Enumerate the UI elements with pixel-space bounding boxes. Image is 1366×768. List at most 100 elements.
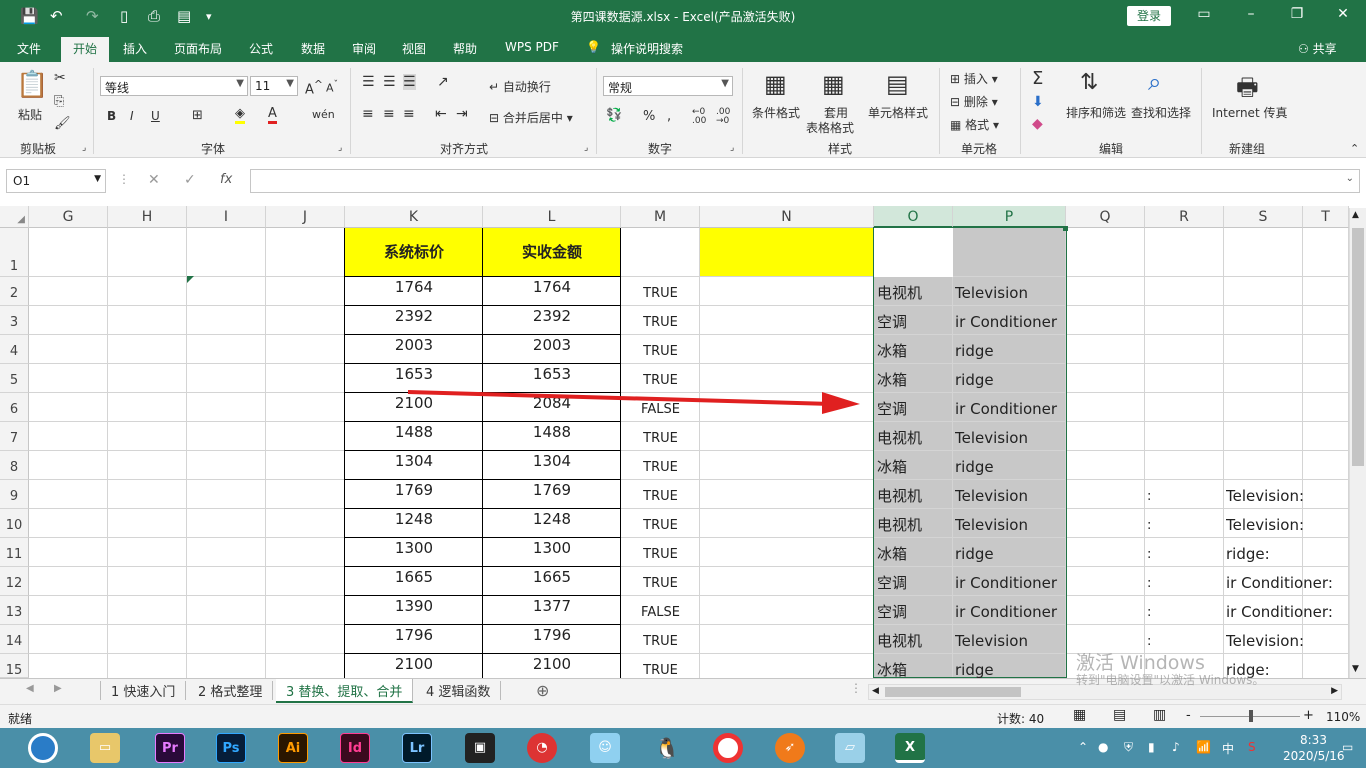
cell-s-11[interactable]: ridge: [1226,538,1349,567]
row-header-7[interactable]: 7 [0,422,29,451]
increase-decimal-icon[interactable]: ←0.00 [692,108,706,126]
conditional-format-icon[interactable]: ▦ [764,70,787,98]
cell-l-9[interactable]: 1769 [483,480,621,509]
cell-p-7[interactable]: Television [955,422,1066,451]
scroll-up-icon[interactable]: ▲ [1352,210,1359,220]
cell-styles-button[interactable]: 单元格样式 [868,104,928,121]
menu-data[interactable]: 数据 [301,40,325,57]
font-size-combo[interactable]: 11 ▼ [250,76,298,96]
start-button-icon[interactable] [28,733,58,763]
column-header-s[interactable]: S [1224,206,1303,228]
column-header-n[interactable]: N [700,206,874,228]
zoom-in-button[interactable]: + [1303,708,1314,723]
sogou-icon[interactable]: S [1248,740,1256,754]
minimize-icon[interactable]: – [1241,6,1261,22]
cell-k-7[interactable]: 1488 [345,422,483,451]
find-select-button[interactable]: 查找和选择 [1131,104,1191,121]
row-header-4[interactable]: 4 [0,335,29,364]
vertical-scrollbar[interactable]: ▲ ▼ [1349,208,1366,678]
sort-filter-button[interactable]: 排序和筛选 [1066,104,1126,121]
cell-s-13[interactable]: ir Conditioner: [1226,596,1349,625]
comma-icon[interactable]: , [667,109,671,124]
number-format-combo[interactable]: 常规 ▼ [603,76,733,96]
format-table-icon[interactable]: ▦ [822,70,845,98]
cell-m-5[interactable]: TRUE [621,364,700,393]
cell-o-3[interactable]: 空调 [877,306,953,335]
dialog-launcher-icon[interactable]: ⌟ [338,143,342,153]
cell-k-2[interactable]: 1764 [345,277,483,306]
cell-o-6[interactable]: 空调 [877,393,953,422]
scroll-left-icon[interactable]: ◀ [872,686,879,696]
splitter-icon[interactable]: ⋮ [850,681,862,695]
cell-o-10[interactable]: 电视机 [877,509,953,538]
cell-m-7[interactable]: TRUE [621,422,700,451]
column-header-k[interactable]: K [345,206,483,228]
zoom-out-button[interactable]: - [1186,708,1191,723]
paste-button[interactable]: 粘贴 [18,106,42,123]
row-header-5[interactable]: 5 [0,364,29,393]
row-header-15[interactable]: 15 [0,654,29,678]
indesign-icon[interactable]: Id [340,733,370,763]
horizontal-scroll-thumb[interactable] [885,687,1021,697]
percent-button[interactable]: % [643,109,655,124]
qq-icon[interactable]: 🐧 [652,733,682,763]
cell-m-8[interactable]: TRUE [621,451,700,480]
security-tray-icon[interactable]: ⛨ [1124,740,1133,755]
page-break-view-icon[interactable]: ▥ [1153,707,1166,723]
cell-o-12[interactable]: 空调 [877,567,953,596]
cell-p-13[interactable]: ir Conditioner [955,596,1066,625]
cell-p-3[interactable]: ir Conditioner [955,306,1066,335]
cell-k-12[interactable]: 1665 [345,567,483,596]
cell-l-11[interactable]: 1300 [483,538,621,567]
cell-k-3[interactable]: 2392 [345,306,483,335]
name-box[interactable]: O1 ▼ [6,169,106,193]
ime-indicator[interactable]: 中 [1222,740,1234,757]
column-header-g[interactable]: G [29,206,108,228]
cell-p-15[interactable]: ridge [955,654,1066,678]
premiere-icon[interactable]: Pr [155,733,185,763]
cell-s-10[interactable]: Television: [1226,509,1349,538]
insert-function-button[interactable]: fx [220,172,232,187]
cell-m-3[interactable]: TRUE [621,306,700,335]
cell-k-10[interactable]: 1248 [345,509,483,538]
video-editor-icon[interactable]: ▣ [465,733,495,763]
row-header-10[interactable]: 10 [0,509,29,538]
merge-center-button[interactable]: ⊟ 合并后居中 ▾ [489,109,573,126]
align-top-icon[interactable]: ☰ [362,74,375,90]
cell-p-5[interactable]: ridge [955,364,1066,393]
menu-file[interactable]: 文件 [17,40,41,57]
cell-p-14[interactable]: Television [955,625,1066,654]
align-bottom-icon[interactable]: ☰ [403,74,416,90]
cancel-icon[interactable]: ✕ [148,172,160,188]
cell-p-2[interactable]: Television [955,277,1066,306]
conditional-format-button[interactable]: 条件格式 [752,104,800,121]
cell-l-5[interactable]: 1653 [483,364,621,393]
menu-formulas[interactable]: 公式 [249,40,273,57]
border-icon[interactable]: ⊞ [192,108,203,123]
prev-sheet-icon[interactable]: ◀ [26,683,34,694]
currency-icon[interactable]: 💱 [606,108,622,123]
sheet-tab-4[interactable]: 4 逻辑函数 [416,681,502,700]
column-header-p[interactable]: P [953,206,1066,228]
cell-o-15[interactable]: 冰箱 [877,654,953,678]
close-icon[interactable]: ✕ [1333,6,1353,22]
column-header-j[interactable]: J [266,206,345,228]
cell-l-13[interactable]: 1377 [483,596,621,625]
cell-l-4[interactable]: 2003 [483,335,621,364]
notification-icon[interactable]: ▭ [1342,740,1353,754]
bold-button[interactable]: B [107,109,116,123]
insert-cells-button[interactable]: ⊞ 插入 ▾ [950,70,998,87]
cell-o-8[interactable]: 冰箱 [877,451,953,480]
cell-m-2[interactable]: TRUE [621,277,700,306]
copy-icon[interactable]: ⎘ [54,94,64,109]
browser-icon[interactable]: ➶ [775,733,805,763]
cell-o-9[interactable]: 电视机 [877,480,953,509]
cell-k-6[interactable]: 2100 [345,393,483,422]
sheet-tab-3[interactable]: 3 替换、提取、合并 [276,679,414,703]
battery-icon[interactable]: ▮ [1148,740,1155,754]
row-header-14[interactable]: 14 [0,625,29,654]
menu-home[interactable]: 开始 [61,37,110,62]
column-header-h[interactable]: H [108,206,187,228]
cell-o-2[interactable]: 电视机 [877,277,953,306]
photoshop-icon[interactable]: Ps [216,733,246,763]
